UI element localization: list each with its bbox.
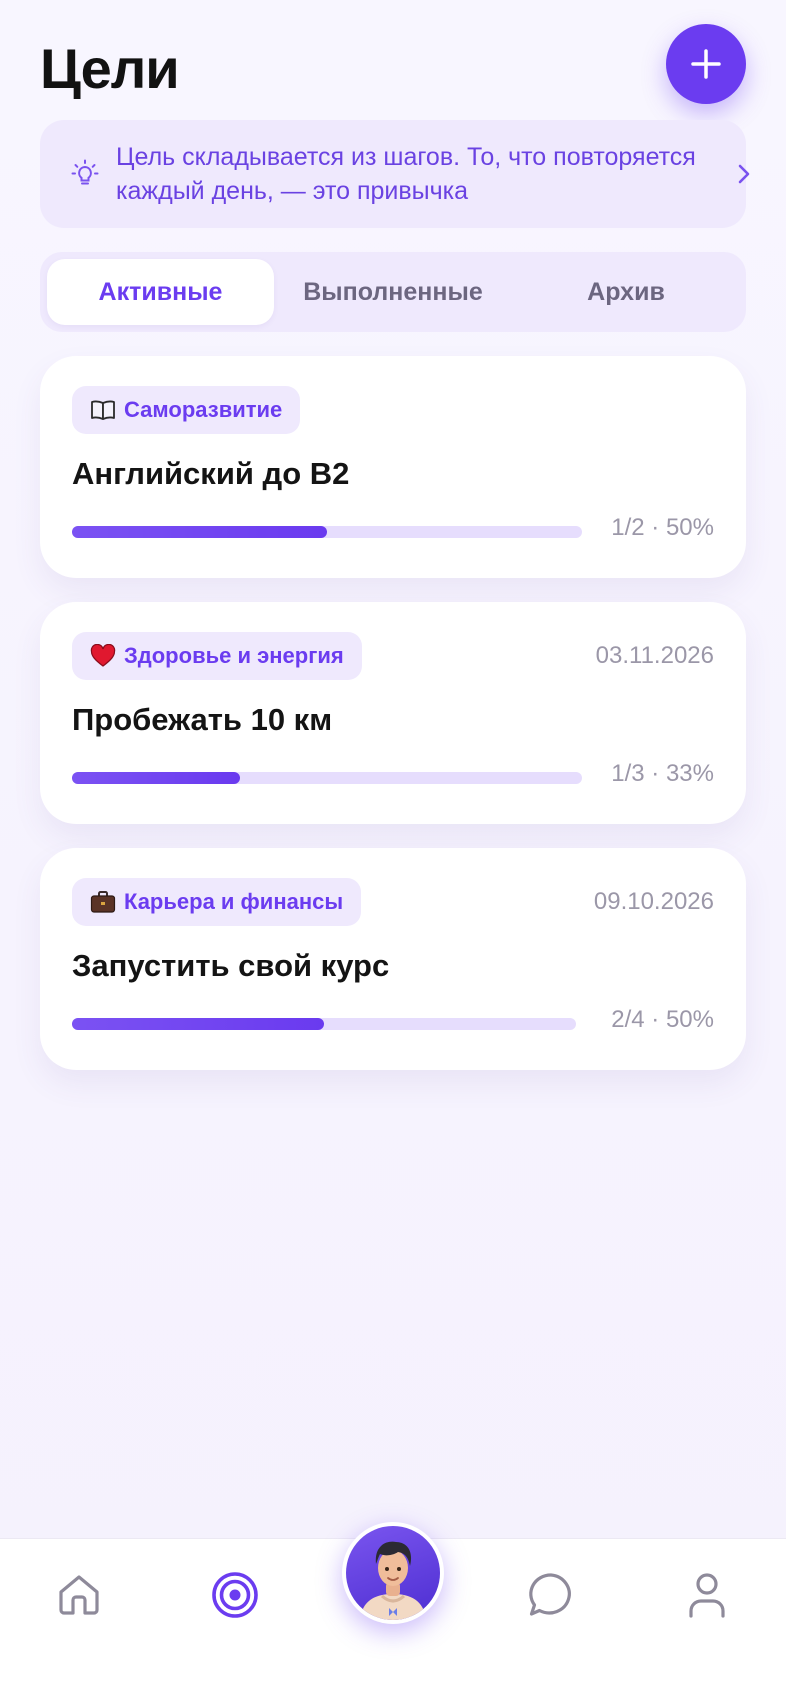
category-label: Здоровье и энергия [124,643,344,668]
goal-title: Пробежать 10 км [72,702,333,737]
goal-deadline: 03.11.2026 [595,642,714,669]
tab-archive[interactable]: Архив [513,259,739,325]
goal-card[interactable]: Саморазвитие Английский до B2 1/2 · 50% [40,356,746,578]
category-chip: Саморазвитие [72,386,301,434]
goal-card[interactable]: Здоровье и энергия 03.11.2026 Пробежать … [40,602,746,824]
book-icon [90,397,116,423]
add-goal-button[interactable] [666,24,746,104]
goal-deadline: 09.10.2026 [593,888,714,915]
tab-active[interactable]: Активные [47,259,274,325]
category-chip: Здоровье и энергия [72,632,362,680]
progress-track [72,772,582,784]
page-title: Цели [40,37,180,100]
tab-bar: Активные Выполненные Архив [40,252,746,332]
goal-title: Английский до B2 [72,456,350,491]
progress-track [72,526,582,538]
lightbulb-icon [71,159,99,185]
nav-home[interactable] [54,1570,104,1620]
nav-profile[interactable] [682,1570,732,1620]
assistant-avatar-button[interactable] [342,1522,444,1624]
home-icon [59,1575,99,1615]
chat-icon [529,1573,571,1616]
progress-fill [72,526,327,538]
progress-fill [72,1018,324,1030]
chevron-right-icon [738,164,750,184]
hint-banner[interactable]: Цель складывается из шагов. То, что повт… [40,120,750,228]
briefcase-icon [90,889,116,915]
plus-icon [691,49,721,79]
goal-card[interactable]: Карьера и финансы 09.10.2026 Запустить с… [40,848,746,1070]
progress-text: 1/2 · 50% [611,514,714,541]
nav-goals[interactable] [210,1570,260,1620]
category-chip: Карьера и финансы [72,878,362,926]
progress-fill [72,772,241,784]
progress-text: 1/3 · 33% [611,760,714,787]
heart-icon [90,643,116,669]
goal-title: Запустить свой курс [72,948,390,983]
target-icon [212,1572,258,1618]
hint-text: Цель складывается из шагов. То, что повт… [116,143,696,205]
category-label: Карьера и финансы [124,889,344,914]
avatar [346,1526,440,1620]
progress-track [72,1018,576,1030]
progress-text: 2/4 · 50% [611,1006,714,1033]
category-label: Саморазвитие [124,397,283,422]
tab-completed[interactable]: Выполненные [280,259,506,325]
nav-chat[interactable] [526,1570,576,1620]
profile-icon [689,1573,725,1618]
